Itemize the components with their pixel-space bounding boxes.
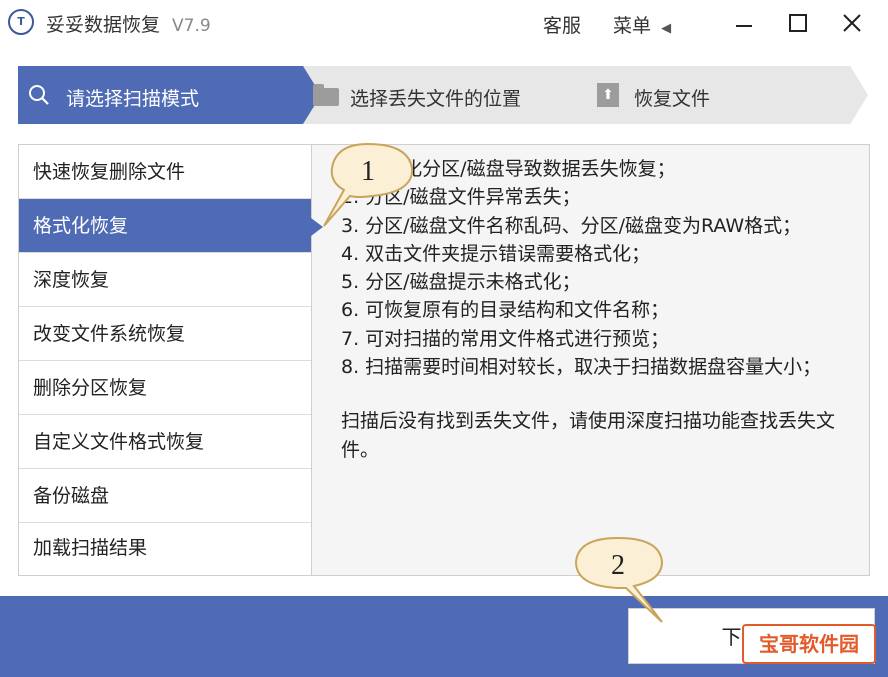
step-label-2: 选择丢失文件的位置 xyxy=(350,88,522,110)
caret-left-icon: ◀ xyxy=(661,21,672,36)
search-icon xyxy=(29,85,49,105)
callout-1: 1 xyxy=(323,142,414,227)
app-version: V7.9 xyxy=(172,16,211,36)
description-line: 7. 可对扫描的常用文件格式进行预览； xyxy=(341,327,670,350)
menu-item-custom-format-recover[interactable]: 自定义文件格式恢复 xyxy=(19,415,311,469)
app-name: 妥妥数据恢复 xyxy=(46,14,161,36)
step-label-3: 恢复文件 xyxy=(634,88,711,110)
main-menu-button[interactable]: 菜单 ◀ xyxy=(613,11,671,38)
maximize-button[interactable] xyxy=(778,6,818,40)
scan-mode-panel: 快速恢复删除文件 格式化恢复 深度恢复 改变文件系统恢复 删除分区恢复 自定义文… xyxy=(18,144,870,576)
callout-2: 2 xyxy=(574,536,664,623)
main-menu-label: 菜单 xyxy=(613,15,652,37)
callout-2-number: 2 xyxy=(611,550,625,581)
maximize-icon xyxy=(789,14,807,32)
menu-item-backup-disk[interactable]: 备份磁盘 xyxy=(19,469,311,523)
step-select-scan-mode: 请选择扫描模式 xyxy=(18,66,303,124)
minimize-button[interactable] xyxy=(724,6,764,40)
step-progress: 请选择扫描模式 选择丢失文件的位置 ⬆ 恢复文件 xyxy=(18,66,870,124)
customer-service-link[interactable]: 客服 xyxy=(543,11,581,38)
menu-item-quick-recover-deleted[interactable]: 快速恢复删除文件 xyxy=(19,145,311,199)
close-icon xyxy=(843,14,861,32)
description-line: 6. 可恢复原有的目录结构和文件名称； xyxy=(341,299,670,322)
menu-item-load-scan-result[interactable]: 加载扫描结果 xyxy=(19,523,311,573)
app-logo-icon: T xyxy=(8,9,34,35)
callout-1-number: 1 xyxy=(361,156,375,187)
app-title: 妥妥数据恢复 V7.9 xyxy=(46,10,211,37)
menu-item-format-recover[interactable]: 格式化恢复 xyxy=(19,199,311,253)
folder-icon xyxy=(313,84,339,106)
close-button[interactable] xyxy=(832,6,872,40)
description-line: 5. 分区/磁盘提示未格式化； xyxy=(341,271,581,294)
menu-item-deleted-partition-recover[interactable]: 删除分区恢复 xyxy=(19,361,311,415)
menu-item-filesystem-change-recover[interactable]: 改变文件系统恢复 xyxy=(19,307,311,361)
menu-item-deep-recover[interactable]: 深度恢复 xyxy=(19,253,311,307)
scan-mode-list: 快速恢复删除文件 格式化恢复 深度恢复 改变文件系统恢复 删除分区恢复 自定义文… xyxy=(19,145,312,575)
upload-restore-icon: ⬆ xyxy=(597,83,619,107)
step-label-1: 请选择扫描模式 xyxy=(66,88,200,110)
description-line: 4. 双击文件夹提示错误需要格式化； xyxy=(341,242,651,265)
description-line: 8. 扫描需要时间相对较长，取决于扫描数据盘容量大小； xyxy=(341,356,822,379)
description-note: 扫描后没有找到丢失文件，请使用深度扫描功能查找丢失文件。 xyxy=(341,410,836,461)
minimize-icon xyxy=(736,25,752,27)
watermark-logo: 宝哥软件园 xyxy=(742,624,876,664)
title-bar: T 妥妥数据恢复 V7.9 客服 菜单 ◀ xyxy=(0,0,888,46)
